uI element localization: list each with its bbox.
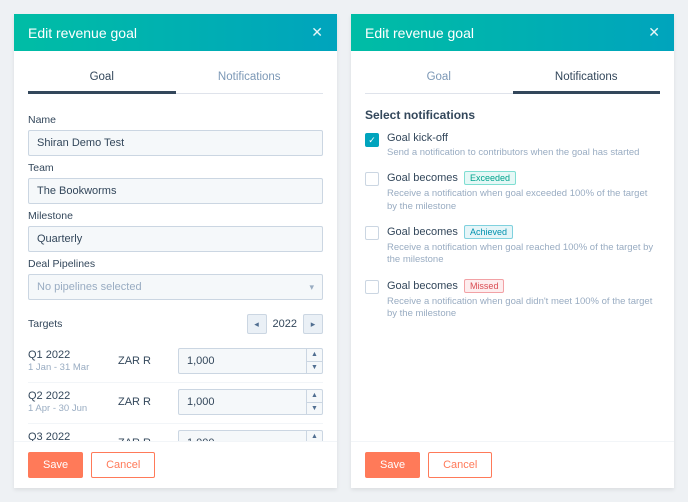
panel-header: Edit revenue goal ✕: [14, 14, 337, 51]
goal-content: Name Team Milestone Deal Pipelines No pi…: [14, 94, 337, 441]
target-amount-input[interactable]: 1,000▲▼: [178, 430, 323, 441]
notification-description: Send a notification to contributors when…: [387, 147, 660, 159]
save-button[interactable]: Save: [365, 452, 420, 478]
target-amount-value: 1,000: [179, 431, 306, 441]
notification-description: Receive a notification when goal reached…: [387, 242, 660, 267]
step-up-icon[interactable]: ▲: [307, 431, 322, 441]
target-row: Q2 20221 Apr - 30 JunZAR R1,000▲▼: [28, 382, 323, 423]
targets-header: Targets ◂ 2022 ▸: [28, 314, 323, 334]
tab-notifications[interactable]: Notifications: [176, 63, 324, 93]
year-next-button[interactable]: ▸: [303, 314, 323, 334]
notifications-content: Select notifications ✓ Goal kick-off Send …: [351, 94, 674, 441]
step-up-icon[interactable]: ▲: [307, 349, 322, 361]
notification-description: Receive a notification when goal didn't …: [387, 296, 660, 321]
pipelines-placeholder: No pipelines selected: [37, 281, 142, 293]
tab-goal[interactable]: Goal: [365, 63, 513, 93]
target-amount-input[interactable]: 1,000▲▼: [178, 389, 323, 415]
chevron-down-icon: ▾: [309, 282, 314, 293]
target-row: Q3 20221 Jul - 30 SeptZAR R1,000▲▼: [28, 423, 323, 441]
notification-item: ✓ Goal kick-off Send a notification to con…: [365, 132, 660, 159]
target-period-range: 1 Jan - 31 Mar: [28, 362, 118, 373]
goal-panel: Edit revenue goal ✕ Goal Notifications N…: [14, 14, 337, 488]
targets-label: Targets: [28, 318, 62, 330]
cancel-button[interactable]: Cancel: [428, 452, 492, 478]
name-label: Name: [28, 114, 323, 126]
close-icon[interactable]: ✕: [648, 24, 660, 41]
save-button[interactable]: Save: [28, 452, 83, 478]
tab-goal[interactable]: Goal: [28, 63, 176, 93]
target-currency: ZAR R: [118, 355, 178, 367]
notification-label: Goal becomesMissed: [387, 279, 660, 293]
notification-label: Goal becomesExceeded: [387, 171, 660, 185]
year-value: 2022: [271, 318, 299, 330]
name-input[interactable]: [28, 130, 323, 156]
year-prev-button[interactable]: ◂: [247, 314, 267, 334]
targets-list: Q1 20221 Jan - 31 MarZAR R1,000▲▼Q2 2022…: [28, 342, 323, 441]
target-period-name: Q1 2022: [28, 349, 118, 361]
target-row: Q1 20221 Jan - 31 MarZAR R1,000▲▼: [28, 342, 323, 382]
notification-item: Goal becomesMissed Receive a notification…: [365, 279, 660, 321]
amount-stepper: ▲▼: [306, 390, 322, 414]
target-amount-input[interactable]: 1,000▲▼: [178, 348, 323, 374]
status-badge: Missed: [464, 279, 505, 293]
footer: Save Cancel: [14, 441, 337, 488]
target-amount-value: 1,000: [179, 390, 306, 414]
notification-body: Goal becomesExceeded Receive a notificati…: [387, 171, 660, 213]
target-period-name: Q3 2022: [28, 431, 118, 441]
target-amount-value: 1,000: [179, 349, 306, 373]
notification-label: Goal kick-off: [387, 132, 660, 144]
notifications-list: ✓ Goal kick-off Send a notification to con…: [365, 132, 660, 320]
target-period-name: Q2 2022: [28, 390, 118, 402]
notification-checkbox[interactable]: [365, 226, 379, 240]
tab-notifications[interactable]: Notifications: [513, 63, 661, 93]
notification-checkbox[interactable]: ✓: [365, 133, 379, 147]
target-currency: ZAR R: [118, 396, 178, 408]
panel-header: Edit revenue goal ✕: [351, 14, 674, 51]
amount-stepper: ▲▼: [306, 349, 322, 373]
notification-checkbox[interactable]: [365, 172, 379, 186]
notification-body: Goal becomesAchieved Receive a notificati…: [387, 225, 660, 267]
notification-label: Goal becomesAchieved: [387, 225, 660, 239]
target-period: Q1 20221 Jan - 31 Mar: [28, 349, 118, 373]
target-period-range: 1 Apr - 30 Jun: [28, 403, 118, 414]
tabs: Goal Notifications: [28, 63, 323, 94]
step-down-icon[interactable]: ▼: [307, 402, 322, 415]
cancel-button[interactable]: Cancel: [91, 452, 155, 478]
notification-checkbox[interactable]: [365, 280, 379, 294]
year-nav: ◂ 2022 ▸: [247, 314, 323, 334]
panel-title: Edit revenue goal: [365, 25, 474, 41]
status-badge: Exceeded: [464, 171, 516, 185]
target-period: Q2 20221 Apr - 30 Jun: [28, 390, 118, 414]
pipelines-label: Deal Pipelines: [28, 258, 323, 270]
close-icon[interactable]: ✕: [311, 24, 323, 41]
step-up-icon[interactable]: ▲: [307, 390, 322, 402]
notification-body: Goal kick-off Send a notification to cont…: [387, 132, 660, 159]
team-label: Team: [28, 162, 323, 174]
pipelines-select[interactable]: No pipelines selected ▾: [28, 274, 323, 300]
footer: Save Cancel: [351, 441, 674, 488]
milestone-label: Milestone: [28, 210, 323, 222]
target-period: Q3 20221 Jul - 30 Sept: [28, 431, 118, 441]
amount-stepper: ▲▼: [306, 431, 322, 441]
notifications-heading: Select notifications: [365, 108, 660, 122]
notification-item: Goal becomesExceeded Receive a notificati…: [365, 171, 660, 213]
tabs: Goal Notifications: [365, 63, 660, 94]
step-down-icon[interactable]: ▼: [307, 361, 322, 374]
panel-title: Edit revenue goal: [28, 25, 137, 41]
team-input[interactable]: [28, 178, 323, 204]
notification-description: Receive a notification when goal exceede…: [387, 188, 660, 213]
status-badge: Achieved: [464, 225, 513, 239]
notifications-panel: Edit revenue goal ✕ Goal Notifications S…: [351, 14, 674, 488]
notification-item: Goal becomesAchieved Receive a notificati…: [365, 225, 660, 267]
notification-body: Goal becomesMissed Receive a notification…: [387, 279, 660, 321]
milestone-input[interactable]: [28, 226, 323, 252]
